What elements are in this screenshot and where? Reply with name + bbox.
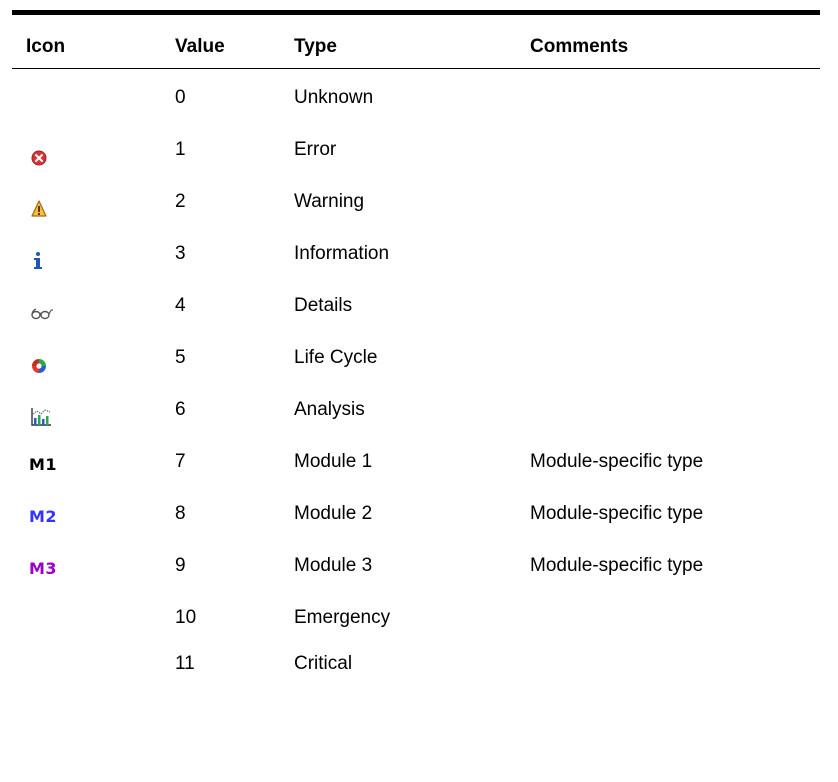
table-row: 3 Information [12,242,820,282]
module-1-icon: M1 [29,455,58,474]
value-cell: 2 [175,191,186,212]
header-rule [12,68,820,69]
type-cell: Module 2 [294,503,373,524]
type-cell: Warning [294,191,365,212]
header-value: Value [175,36,225,57]
table-header: Icon Value Type Comments [12,15,820,57]
table-row: 5 Life Cycle [12,346,820,386]
table-row: 1 Error [12,138,820,178]
table-row: 2 Warning [12,190,820,230]
type-cell: Error [294,139,337,160]
table-row: 4 Details [12,294,820,334]
value-cell: 4 [175,295,186,316]
value-cell: 3 [175,243,186,264]
type-cell: Information [294,243,390,264]
value-cell: 10 [175,607,197,628]
comments-cell: Module-specific type [530,555,704,576]
header-type: Type [294,36,337,57]
value-cell: 9 [175,555,186,576]
type-cell: Life Cycle [294,347,378,368]
value-cell: 1 [175,139,186,160]
type-cell: Critical [294,653,353,674]
warning-icon [30,196,56,220]
analysis-chart-icon [30,404,56,428]
value-cell: 7 [175,451,186,472]
table-row: M1 7 Module 1 Module-specific type [12,450,820,490]
error-icon [30,144,56,168]
table-row: 11 Critical [12,652,820,692]
type-cell: Analysis [294,399,365,420]
type-cell: Emergency [294,607,391,628]
comments-cell: Module-specific type [530,451,704,472]
type-cell: Unknown [294,87,374,108]
value-cell: 8 [175,503,186,524]
header-comments: Comments [530,36,629,57]
life-cycle-icon [30,352,56,376]
value-cell: 0 [175,87,186,108]
module-2-icon: M2 [29,507,58,526]
table-row: 10 Emergency [12,606,820,646]
value-cell: 11 [175,653,195,674]
table-row: M3 9 Module 3 Module-specific type [12,554,820,594]
value-cell: 5 [175,347,186,368]
type-cell: Details [294,295,353,316]
information-icon [30,248,56,272]
table-row: 6 Analysis [12,398,820,438]
table-row: 0 Unknown [12,86,820,126]
details-glasses-icon [30,300,56,324]
comments-cell: Module-specific type [530,503,704,524]
type-cell: Module 1 [294,451,373,472]
type-cell: Module 3 [294,555,373,576]
table-row: M2 8 Module 2 Module-specific type [12,502,820,542]
module-3-icon: M3 [29,559,58,578]
header-icon: Icon [26,36,66,57]
value-cell: 6 [175,399,186,420]
